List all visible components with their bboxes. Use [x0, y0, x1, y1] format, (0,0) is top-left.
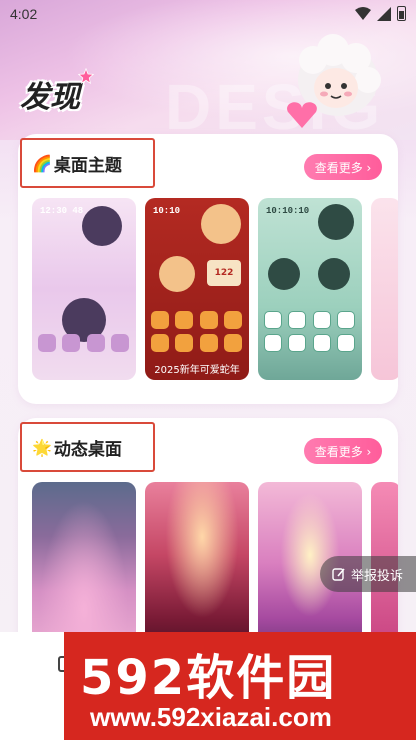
edit-icon — [332, 568, 345, 581]
app-icon-grid — [151, 311, 243, 352]
character-illustration — [82, 206, 122, 246]
watermark-url: www.592xiazai.com — [90, 702, 332, 732]
status-time: 4:02 — [10, 6, 38, 22]
section-title-label: 桌面主题 — [53, 155, 122, 176]
wifi-icon — [355, 6, 371, 20]
rainbow-icon: 🌈 — [32, 153, 52, 173]
theme-carousel[interactable]: 12:30 48 10:10 122 2025新年可爱蛇年 10:10:10 — [32, 198, 398, 384]
theme-card-cat-boy[interactable]: 10:10:10 — [258, 198, 362, 380]
app-icon-grid — [264, 311, 356, 352]
theme-clock: 12:30 48 — [40, 206, 84, 216]
page-title: 发现 — [20, 80, 80, 115]
star-icon — [78, 68, 94, 84]
section-desktop-themes: 🌈 桌面主题 查看更多 › 12:30 48 10:10 122 2025新年可… — [18, 134, 398, 404]
weather-badge: 122 — [207, 260, 241, 286]
section-title: 🌈 桌面主题 — [20, 138, 155, 188]
character-illustration — [268, 258, 300, 290]
character-illustration — [318, 258, 350, 290]
report-button[interactable]: 举报投诉 — [320, 556, 416, 592]
battery-icon — [397, 6, 406, 21]
view-more-button[interactable]: 查看更多 › — [304, 154, 382, 180]
section-title: 🌟 动态桌面 — [20, 422, 155, 472]
theme-clock: 10:10 — [153, 206, 181, 216]
watermark-title: 592软件园 — [80, 650, 337, 706]
theme-clock: 10:10:10 — [266, 206, 310, 216]
theme-card-pink[interactable] — [371, 198, 398, 380]
sheep-mascot-illustration — [287, 34, 381, 128]
app-icon-grid — [38, 334, 130, 352]
view-more-button[interactable]: 查看更多 › — [304, 438, 382, 464]
report-button-label: 举报投诉 — [351, 568, 404, 584]
theme-card-snake-year[interactable]: 10:10 122 2025新年可爱蛇年 — [145, 198, 249, 380]
signal-icon — [377, 6, 391, 21]
theme-card-kuromi[interactable]: 12:30 48 — [32, 198, 136, 380]
site-watermark: 592软件园 www.592xiazai.com — [64, 632, 416, 740]
star-sparkle-icon: 🌟 — [32, 437, 52, 457]
section-title-label: 动态桌面 — [53, 439, 122, 460]
character-illustration — [201, 204, 241, 244]
character-illustration — [159, 256, 195, 292]
theme-caption: 2025新年可爱蛇年 — [154, 365, 240, 376]
status-bar: 4:02 — [0, 0, 416, 30]
character-illustration — [318, 204, 354, 240]
